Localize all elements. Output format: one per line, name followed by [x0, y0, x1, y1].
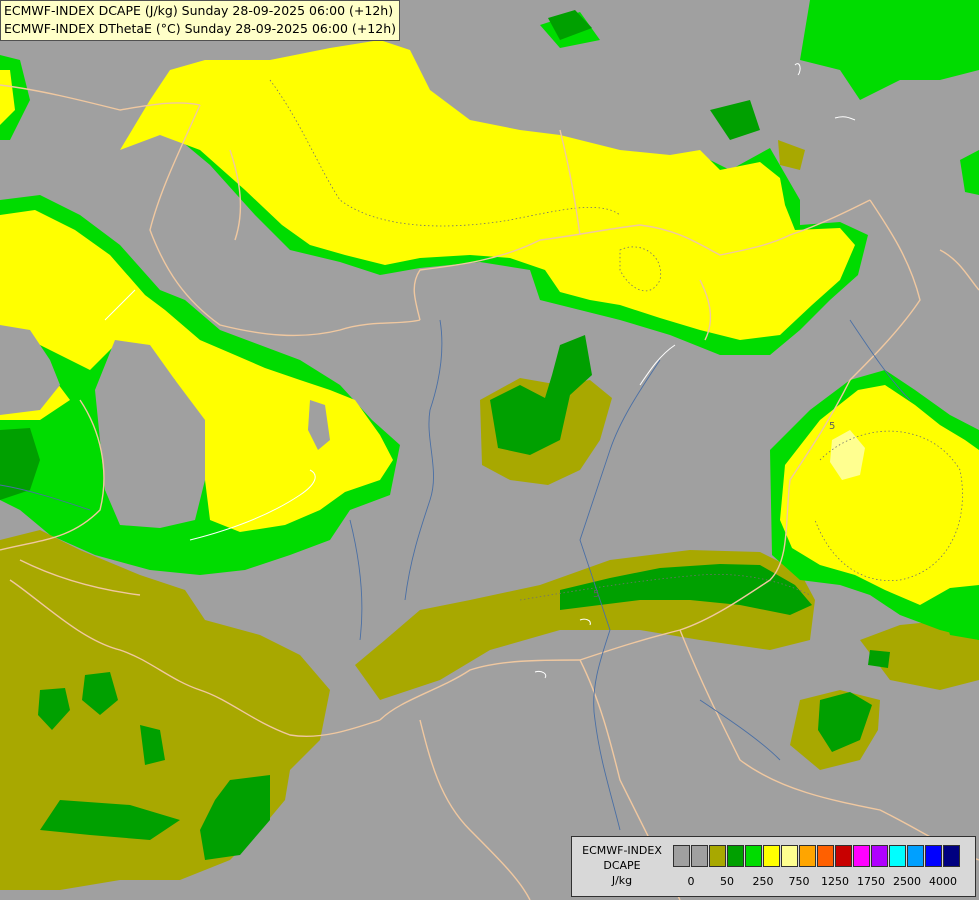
title-dthetae: ECMWF-INDEX DThetaE (°C) Sunday 28-09-20…	[4, 21, 396, 36]
contour-label: 5	[829, 421, 835, 432]
legend-swatch	[835, 845, 852, 867]
legend-swatch	[763, 845, 780, 867]
weather-map: 5 5	[0, 0, 979, 900]
legend-tick-label: 2500	[893, 875, 921, 888]
legend-swatch	[817, 845, 834, 867]
legend-name-line: DCAPE	[603, 859, 641, 872]
legend-swatch	[673, 845, 690, 867]
legend-tick-label: 1750	[857, 875, 885, 888]
legend-swatch	[925, 845, 942, 867]
title-dcape: ECMWF-INDEX DCAPE (J/kg) Sunday 28-09-20…	[4, 3, 394, 18]
legend-swatch	[871, 845, 888, 867]
legend-swatch	[799, 845, 816, 867]
legend-name: ECMWF-INDEX DCAPE J/kg	[574, 843, 670, 888]
map-title-box: ECMWF-INDEX DCAPE (J/kg) Sunday 28-09-20…	[0, 0, 400, 41]
legend-swatch	[781, 845, 798, 867]
legend: ECMWF-INDEX DCAPE J/kg 0 50 250 750 1250 1750…	[571, 836, 976, 897]
legend-swatch	[727, 845, 744, 867]
legend-swatch	[745, 845, 762, 867]
legend-tick-label: 1250	[821, 875, 849, 888]
legend-tick-label: 250	[752, 875, 774, 888]
legend-swatch	[889, 845, 906, 867]
legend-swatches	[673, 845, 961, 867]
legend-tick-label: 0	[687, 875, 695, 888]
legend-name-line: J/kg	[611, 874, 633, 887]
legend-tick-label: 750	[788, 875, 810, 888]
legend-ticks: 0 50 250 750 1250 1750 2500 4000	[673, 875, 973, 889]
legend-swatch	[853, 845, 870, 867]
legend-swatch	[907, 845, 924, 867]
legend-swatch	[691, 845, 708, 867]
legend-tick-label: 50	[720, 875, 734, 888]
legend-swatch	[709, 845, 726, 867]
contour-label: 5	[593, 589, 599, 600]
legend-name-line: ECMWF-INDEX	[582, 844, 662, 857]
legend-swatch	[943, 845, 960, 867]
legend-tick-label: 4000	[929, 875, 957, 888]
